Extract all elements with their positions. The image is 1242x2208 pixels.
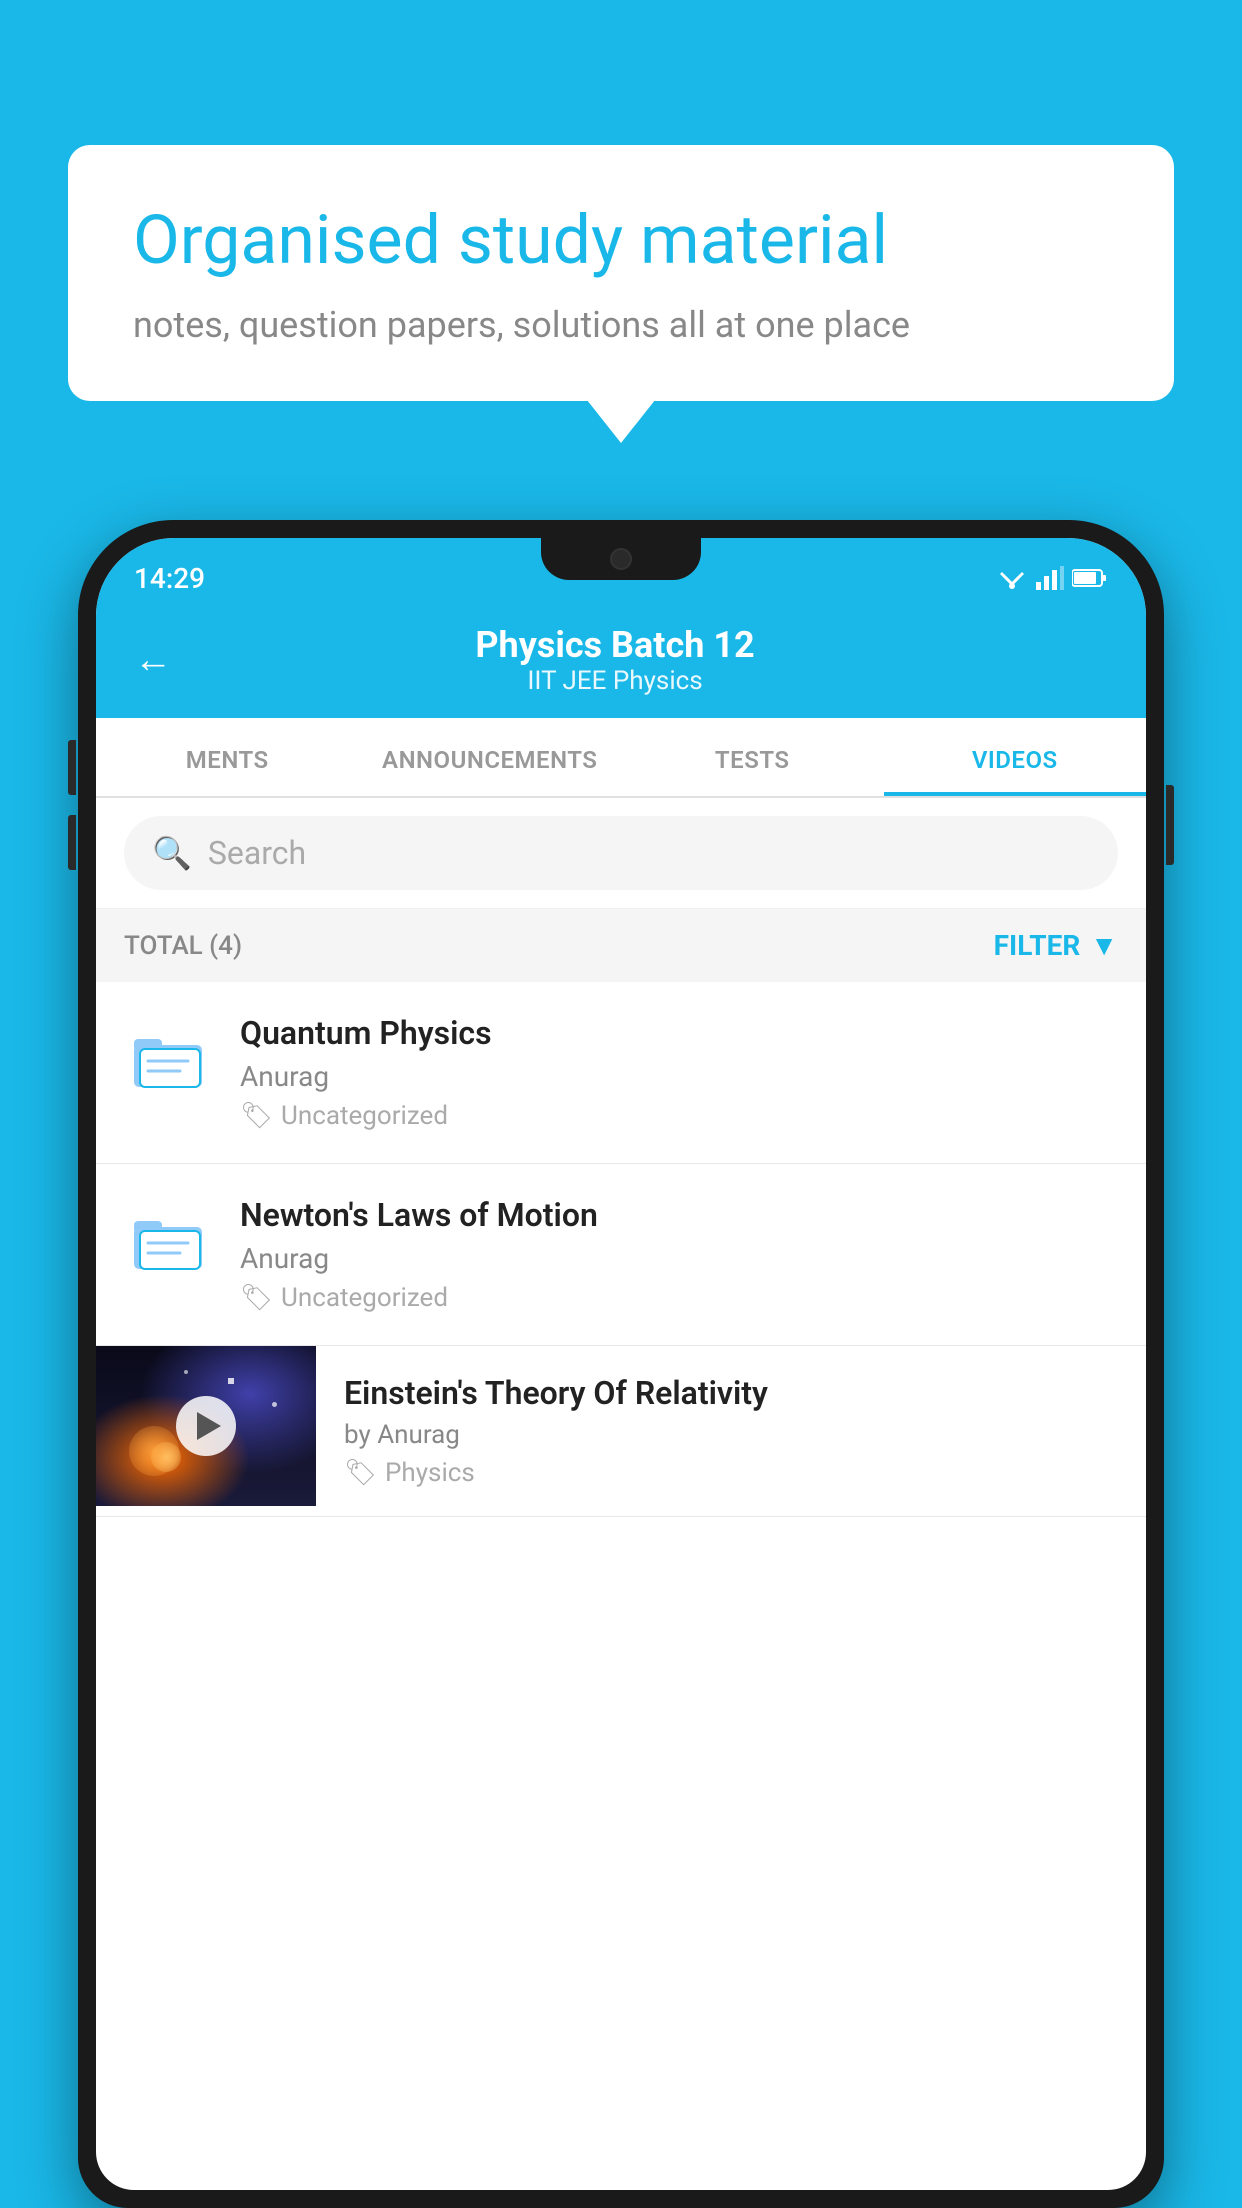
item-title: Quantum Physics — [240, 1014, 1118, 1052]
search-icon: 🔍 — [152, 834, 192, 872]
phone-frame: 14:29 — [78, 520, 1164, 2208]
play-triangle-icon — [197, 1412, 221, 1440]
play-button[interactable] — [176, 1396, 236, 1456]
tag-icon: 🏷 — [344, 1458, 377, 1488]
status-icons — [996, 566, 1108, 590]
speech-bubble: Organised study material notes, question… — [68, 145, 1174, 401]
volume-up-button — [68, 740, 76, 795]
list-item[interactable]: Newton's Laws of Motion Anurag 🏷 Uncateg… — [96, 1164, 1146, 1346]
item-tag: 🏷 Physics — [344, 1458, 1118, 1488]
phone-notch — [541, 538, 701, 580]
item-tag: 🏷 Uncategorized — [240, 1283, 1118, 1313]
tab-ments[interactable]: MENTS — [96, 718, 359, 796]
signal-icon — [1036, 566, 1064, 590]
speech-bubble-container: Organised study material notes, question… — [68, 145, 1174, 401]
phone-screen: 14:29 — [96, 538, 1146, 2190]
back-button[interactable]: ← — [134, 638, 172, 682]
search-placeholder: Search — [208, 834, 306, 872]
tab-tests[interactable]: TESTS — [621, 718, 884, 796]
battery-icon — [1072, 568, 1108, 588]
status-time: 14:29 — [134, 562, 205, 595]
header-subtitle: IIT JEE Physics — [200, 666, 1030, 696]
filter-label: FILTER — [994, 929, 1081, 962]
tag-icon: 🏷 — [240, 1283, 273, 1313]
tag-label: Uncategorized — [281, 1283, 448, 1313]
item-title: Newton's Laws of Motion — [240, 1196, 1118, 1234]
filter-funnel-icon: ▼ — [1090, 929, 1118, 962]
tab-videos[interactable]: VIDEOS — [884, 718, 1147, 796]
tag-icon: 🏷 — [240, 1101, 273, 1131]
item-author: by Anurag — [344, 1420, 1118, 1450]
total-count: TOTAL (4) — [124, 931, 242, 961]
folder-icon — [132, 1209, 204, 1271]
bubble-subtitle: notes, question papers, solutions all at… — [133, 304, 1109, 346]
tag-label: Physics — [385, 1458, 475, 1488]
item-author: Anurag — [240, 1242, 1118, 1275]
search-input-wrapper[interactable]: 🔍 Search — [124, 816, 1118, 890]
filter-bar: TOTAL (4) FILTER ▼ — [96, 909, 1146, 982]
item-content-einstein: Einstein's Theory Of Relativity by Anura… — [344, 1346, 1118, 1516]
app-header: ← Physics Batch 12 IIT JEE Physics — [96, 606, 1146, 718]
list-item[interactable]: Einstein's Theory Of Relativity by Anura… — [96, 1346, 1146, 1517]
list-item[interactable]: Quantum Physics Anurag 🏷 Uncategorized — [96, 982, 1146, 1164]
tag-label: Uncategorized — [281, 1101, 448, 1131]
item-author: Anurag — [240, 1060, 1118, 1093]
volume-down-button — [68, 815, 76, 870]
header-title: Physics Batch 12 — [200, 624, 1030, 666]
item-tag: 🏷 Uncategorized — [240, 1101, 1118, 1131]
wifi-icon — [996, 566, 1028, 590]
front-camera — [610, 548, 632, 570]
item-icon-newton — [124, 1196, 212, 1284]
search-container: 🔍 Search — [96, 798, 1146, 909]
item-content-quantum: Quantum Physics Anurag 🏷 Uncategorized — [240, 1014, 1118, 1131]
item-title: Einstein's Theory Of Relativity — [344, 1374, 1118, 1412]
power-button — [1166, 785, 1174, 865]
tabs-bar: MENTS ANNOUNCEMENTS TESTS VIDEOS — [96, 718, 1146, 798]
item-icon-quantum — [124, 1014, 212, 1102]
content-list: Quantum Physics Anurag 🏷 Uncategorized — [96, 982, 1146, 1517]
folder-icon — [132, 1027, 204, 1089]
bubble-title: Organised study material — [133, 200, 1109, 282]
video-thumbnail — [96, 1346, 316, 1506]
filter-button[interactable]: FILTER ▼ — [994, 929, 1118, 962]
item-content-newton: Newton's Laws of Motion Anurag 🏷 Uncateg… — [240, 1196, 1118, 1313]
tab-announcements[interactable]: ANNOUNCEMENTS — [359, 718, 622, 796]
header-title-container: Physics Batch 12 IIT JEE Physics — [200, 624, 1030, 696]
